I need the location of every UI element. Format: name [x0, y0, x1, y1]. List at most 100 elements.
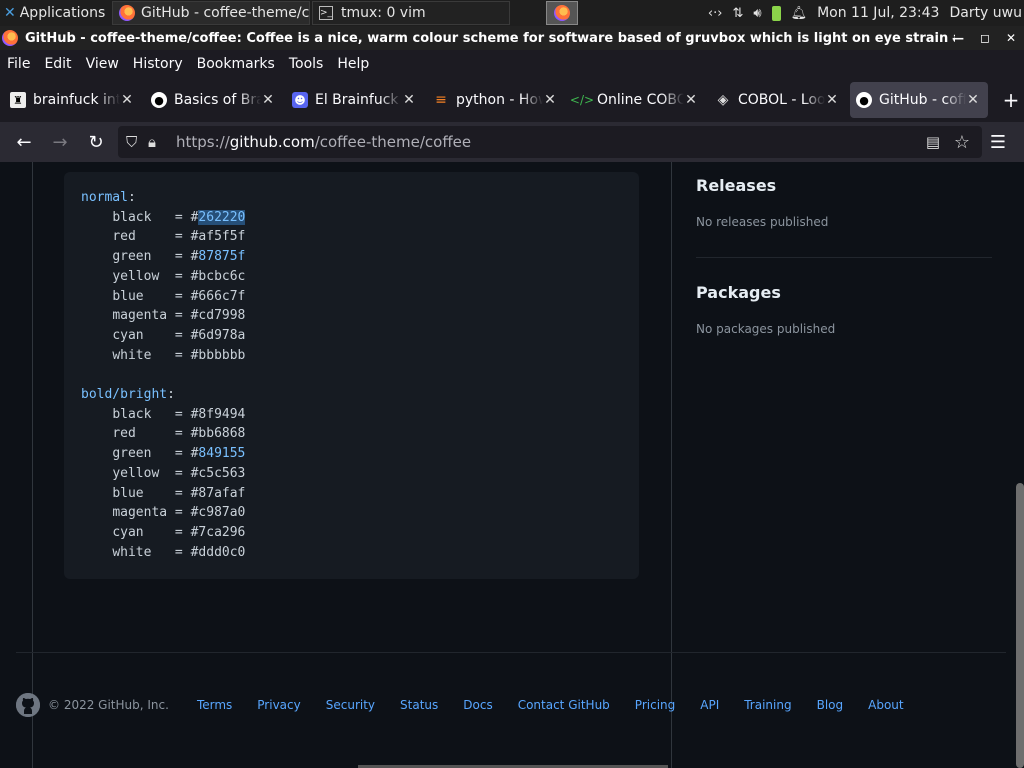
tab-close-icon[interactable]: ✕ [120, 92, 134, 108]
color-name: black [112, 406, 152, 422]
maximize-icon[interactable]: ◻ [980, 31, 990, 45]
color-name: white [112, 347, 152, 363]
color-value[interactable]: 262220 [198, 209, 246, 225]
tab-online-cobol[interactable]: </> Online COBOL ✕ [568, 82, 706, 118]
menu-edit[interactable]: Edit [37, 56, 78, 72]
applications-menu[interactable]: ✕ Applications ⋮ [0, 0, 110, 26]
tab-close-icon[interactable]: ✕ [402, 92, 416, 108]
notification-bell-icon[interactable]: 🔔︎ [791, 6, 808, 21]
color-value[interactable]: bbbbbb [198, 348, 245, 363]
code-line: green = #849155 [112, 446, 246, 462]
code-line: green = #87875f [112, 249, 246, 265]
github-favicon: ● [856, 92, 872, 108]
color-value[interactable]: ddd0c0 [198, 545, 245, 560]
tab-basics-of-brainfuck[interactable]: ● Basics of Brainfuck ✕ [145, 82, 283, 118]
shield-icon[interactable]: ⛉ [126, 133, 148, 151]
reload-icon[interactable]: ↻ [78, 124, 114, 160]
lock-icon[interactable]: 🔒︎ [148, 133, 176, 151]
color-value[interactable]: af5f5f [198, 229, 245, 244]
color-value[interactable]: 7ca296 [198, 525, 245, 540]
new-tab-plus-icon[interactable]: + [999, 88, 1023, 112]
footer-link-about[interactable]: About [868, 698, 903, 712]
workspace-switcher[interactable] [546, 1, 578, 25]
tab-python-how-to[interactable]: ≡ python - How to ✕ [427, 82, 565, 118]
color-value[interactable]: 8f9494 [198, 407, 245, 422]
menu-bookmarks[interactable]: Bookmarks [190, 56, 282, 72]
code-line: magenta = #cd7998 [112, 308, 246, 324]
clock[interactable]: Mon 11 Jul, 23:43 [817, 5, 939, 21]
taskbar-item-firefox[interactable]: GitHub - coffee-theme/c... [112, 1, 310, 25]
code-line: white = #ddd0c0 [112, 544, 246, 560]
reader-view-icon[interactable]: ▤ [926, 133, 940, 151]
tab-close-icon[interactable]: ✕ [543, 92, 557, 108]
packages-heading[interactable]: Packages [696, 283, 781, 302]
tab-brainfuck-interpreter[interactable]: ♜ brainfuck interpreter ✕ [4, 82, 142, 118]
footer-link-security[interactable]: Security [326, 698, 375, 712]
footer-link-docs[interactable]: Docs [463, 698, 492, 712]
footer-link-status[interactable]: Status [400, 698, 438, 712]
color-value[interactable]: 849155 [198, 446, 245, 461]
footer-link-training[interactable]: Training [744, 698, 791, 712]
footer-link-contact[interactable]: Contact GitHub [518, 698, 610, 712]
hamburger-menu-icon[interactable]: ☰ [982, 126, 1014, 158]
github-logo-icon[interactable] [16, 693, 40, 717]
menu-file[interactable]: File [0, 56, 37, 72]
color-name: magenta [112, 505, 168, 521]
transfer-arrows-icon[interactable]: ⇅ [732, 6, 743, 21]
site-footer: © 2022 GitHub, Inc. Terms Privacy Securi… [16, 692, 929, 718]
color-value[interactable]: bcbc6c [198, 269, 245, 284]
stackoverflow-favicon: ≡ [435, 92, 447, 108]
tab-cobol-look[interactable]: ◈ COBOL - Look ✕ [709, 82, 847, 118]
code-line: black = #262220 [112, 209, 246, 225]
url-bar[interactable]: ⛉ 🔒︎ https://github.com/coffee-theme/cof… [118, 126, 982, 158]
code-favicon: </> [569, 93, 595, 107]
footer-link-api[interactable]: API [700, 698, 719, 712]
minimize-icon[interactable]: — [952, 31, 964, 45]
releases-heading[interactable]: Releases [696, 176, 776, 195]
footer-link-privacy[interactable]: Privacy [257, 698, 300, 712]
code-line: cyan = #6d978a [112, 327, 246, 343]
taskbar-item-terminal[interactable]: >_ tmux: 0 vim [312, 1, 510, 25]
battery-icon[interactable] [771, 5, 781, 21]
packages-text: No packages published [696, 322, 836, 336]
menu-view[interactable]: View [79, 56, 126, 72]
forward-arrow-icon[interactable]: → [42, 124, 78, 160]
github-favicon: ● [151, 92, 167, 108]
color-value[interactable]: 6d978a [198, 328, 245, 343]
tab-el-brainfuck[interactable]: ☻ El Brainfuck ✕ [286, 82, 424, 118]
volume-icon[interactable]: 🔊︎ [753, 6, 761, 21]
window-title: GitHub - coffee-theme/coffee: Coffee is … [25, 30, 955, 46]
cobol-favicon: ◈ [717, 92, 729, 108]
footer-link-pricing[interactable]: Pricing [635, 698, 675, 712]
tab-close-icon[interactable]: ✕ [825, 92, 839, 108]
tab-close-icon[interactable]: ✕ [966, 92, 980, 108]
code-line: yellow = #bcbc6c [112, 268, 246, 284]
color-value[interactable]: c5c563 [198, 466, 245, 481]
tab-github-coffee[interactable]: ● GitHub - coffee ✕ [850, 82, 988, 118]
color-value[interactable]: 87afaf [198, 486, 245, 501]
code-line: white = #bbbbbb [112, 347, 246, 363]
bookmark-star-icon[interactable]: ☆ [954, 132, 970, 153]
tab-strip: ♜ brainfuck interpreter ✕ ● Basics of Br… [0, 78, 1024, 122]
color-value[interactable]: bb6868 [198, 426, 245, 441]
menu-help[interactable]: Help [330, 56, 376, 72]
color-value[interactable]: c987a0 [198, 505, 245, 520]
vertical-scrollbar-thumb[interactable] [1016, 483, 1024, 768]
code-line: magenta = #c987a0 [112, 505, 246, 521]
user-name[interactable]: Darty uwu [949, 5, 1022, 21]
menu-history[interactable]: History [126, 56, 190, 72]
color-value[interactable]: 666c7f [198, 289, 245, 304]
menu-tools[interactable]: Tools [282, 56, 331, 72]
color-name: red [112, 229, 136, 245]
close-icon[interactable]: ✕ [1006, 31, 1016, 45]
color-value[interactable]: 87875f [198, 249, 245, 264]
back-arrow-icon[interactable]: ← [6, 124, 42, 160]
network-icon[interactable]: ‹·› [708, 6, 723, 21]
firefox-icon [119, 5, 135, 21]
footer-link-blog[interactable]: Blog [817, 698, 844, 712]
footer-link-terms[interactable]: Terms [197, 698, 232, 712]
color-name: white [112, 544, 152, 560]
tab-close-icon[interactable]: ✕ [684, 92, 698, 108]
tab-close-icon[interactable]: ✕ [261, 92, 275, 108]
color-value[interactable]: cd7998 [198, 308, 245, 323]
